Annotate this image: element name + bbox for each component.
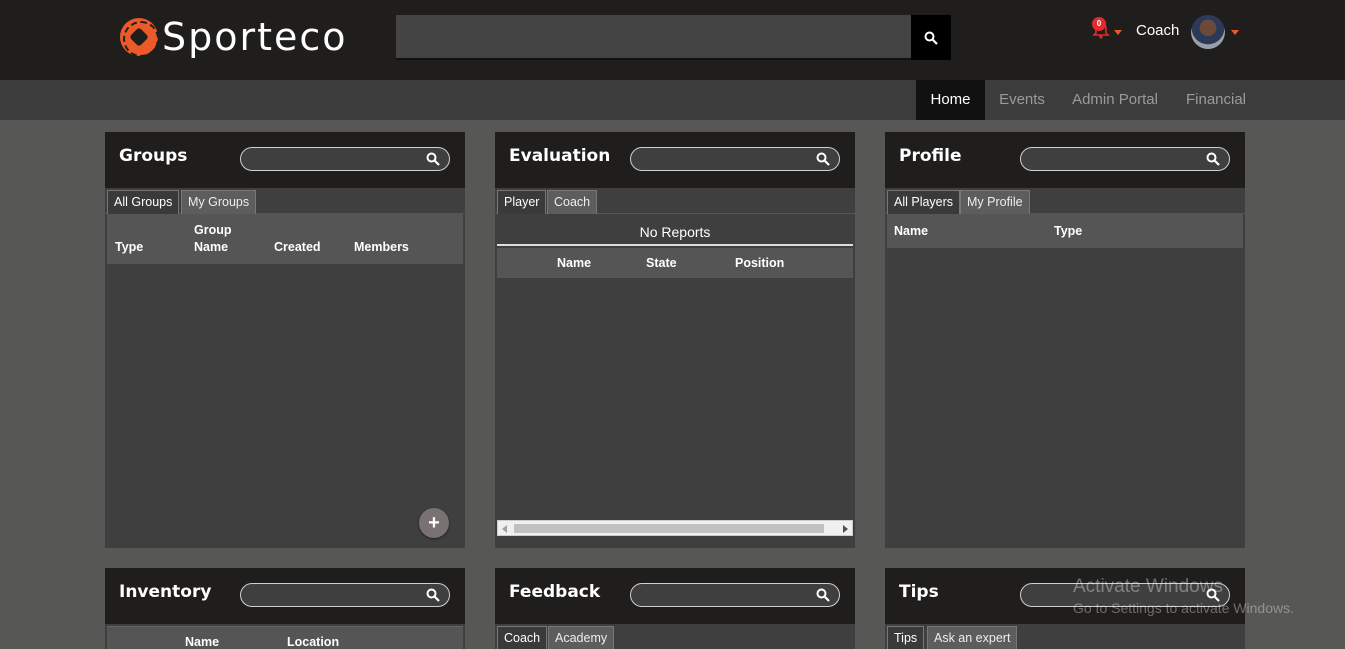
tips-tabs: Tips Ask an expert xyxy=(885,624,1245,649)
column-name[interactable]: Name xyxy=(894,223,928,240)
groups-panel-header: Groups xyxy=(105,132,465,188)
logo[interactable]: Sporteco xyxy=(120,14,348,60)
inventory-title: Inventory xyxy=(119,582,212,602)
evaluation-tabs: Player Coach xyxy=(495,188,855,214)
search-icon[interactable] xyxy=(426,588,440,602)
search-icon[interactable] xyxy=(1206,152,1220,166)
inventory-search-input[interactable] xyxy=(240,583,450,607)
nav-home[interactable]: Home xyxy=(916,80,985,120)
feedback-search-input[interactable] xyxy=(630,583,840,607)
user-role-label[interactable]: Coach xyxy=(1136,22,1179,39)
feedback-panel: Feedback Coach Academy xyxy=(495,568,855,649)
global-search-button[interactable] xyxy=(911,15,951,60)
column-members[interactable]: Members xyxy=(354,239,409,256)
tab-all-groups[interactable]: All Groups xyxy=(107,190,180,214)
tab-academy[interactable]: Academy xyxy=(548,626,615,649)
profile-title: Profile xyxy=(899,146,962,166)
tab-my-profile[interactable]: My Profile xyxy=(960,190,1030,214)
profile-search-input[interactable] xyxy=(1020,147,1230,171)
column-type[interactable]: Type xyxy=(115,239,143,256)
search-icon xyxy=(924,31,938,45)
horizontal-scrollbar[interactable] xyxy=(497,520,853,536)
tab-tips[interactable]: Tips xyxy=(887,626,925,649)
column-name[interactable]: Name xyxy=(185,634,219,649)
evaluation-panel: Evaluation Player Coach No Reports Name … xyxy=(495,132,855,548)
evaluation-panel-header: Evaluation xyxy=(495,132,855,188)
scroll-left-arrow-icon[interactable] xyxy=(502,525,507,533)
inventory-table-header: Name Location xyxy=(107,626,463,649)
search-icon[interactable] xyxy=(816,152,830,166)
avatar[interactable] xyxy=(1191,15,1225,49)
inventory-panel-header: Inventory xyxy=(105,568,465,624)
search-icon[interactable] xyxy=(816,588,830,602)
nav-events[interactable]: Events xyxy=(989,80,1055,120)
column-type[interactable]: Type xyxy=(1054,223,1082,240)
notification-badge: 0 xyxy=(1092,17,1106,31)
column-name[interactable]: Name xyxy=(557,255,591,272)
tips-title: Tips xyxy=(899,582,939,602)
tab-coach[interactable]: Coach xyxy=(547,190,598,214)
tab-ask-an-expert[interactable]: Ask an expert xyxy=(927,626,1018,649)
column-state[interactable]: State xyxy=(646,255,677,272)
notifications-caret-icon[interactable] xyxy=(1114,30,1122,35)
soccer-ball-icon xyxy=(120,18,159,57)
groups-search-input[interactable] xyxy=(240,147,450,171)
inventory-panel: Inventory Name Location xyxy=(105,568,465,649)
global-search-input[interactable] xyxy=(396,15,911,60)
groups-tabs: All Groups My Groups xyxy=(105,188,465,214)
tab-coach[interactable]: Coach xyxy=(497,626,548,649)
scroll-right-arrow-icon[interactable] xyxy=(843,525,848,533)
groups-title: Groups xyxy=(119,146,188,166)
column-location[interactable]: Location xyxy=(287,634,339,649)
profile-panel: Profile All Players My Profile Name Type xyxy=(885,132,1245,548)
feedback-title: Feedback xyxy=(509,582,601,602)
no-reports-message: No Reports xyxy=(497,218,853,246)
search-icon[interactable] xyxy=(426,152,440,166)
profile-tabs: All Players My Profile xyxy=(885,188,1245,214)
nav-financial[interactable]: Financial xyxy=(1176,80,1256,120)
profile-panel-header: Profile xyxy=(885,132,1245,188)
profile-table-header: Name Type xyxy=(887,214,1243,248)
activate-windows-subtitle: Go to Settings to activate Windows. xyxy=(1073,600,1294,616)
scrollbar-thumb[interactable] xyxy=(514,524,824,533)
column-created[interactable]: Created xyxy=(274,239,321,256)
activate-windows-title: Activate Windows xyxy=(1073,576,1223,597)
feedback-tabs: Coach Academy xyxy=(495,624,855,649)
tab-player[interactable]: Player xyxy=(497,190,547,214)
logo-text: Sporteco xyxy=(162,15,348,59)
feedback-panel-header: Feedback xyxy=(495,568,855,624)
tab-all-players[interactable]: All Players xyxy=(887,190,961,214)
tab-my-groups[interactable]: My Groups xyxy=(181,190,257,214)
nav-admin-portal[interactable]: Admin Portal xyxy=(1063,80,1167,120)
profile-caret-icon[interactable] xyxy=(1231,30,1239,35)
groups-panel: Groups All Groups My Groups Type Group N… xyxy=(105,132,465,548)
column-group-name[interactable]: Group Name xyxy=(194,222,238,256)
evaluation-search-input[interactable] xyxy=(630,147,840,171)
groups-table-header: Type Group Name Created Members xyxy=(107,214,463,264)
add-group-button[interactable]: + xyxy=(419,508,449,538)
column-position[interactable]: Position xyxy=(735,255,784,272)
evaluation-title: Evaluation xyxy=(509,146,611,166)
evaluation-table-header: Name State Position xyxy=(497,248,853,278)
